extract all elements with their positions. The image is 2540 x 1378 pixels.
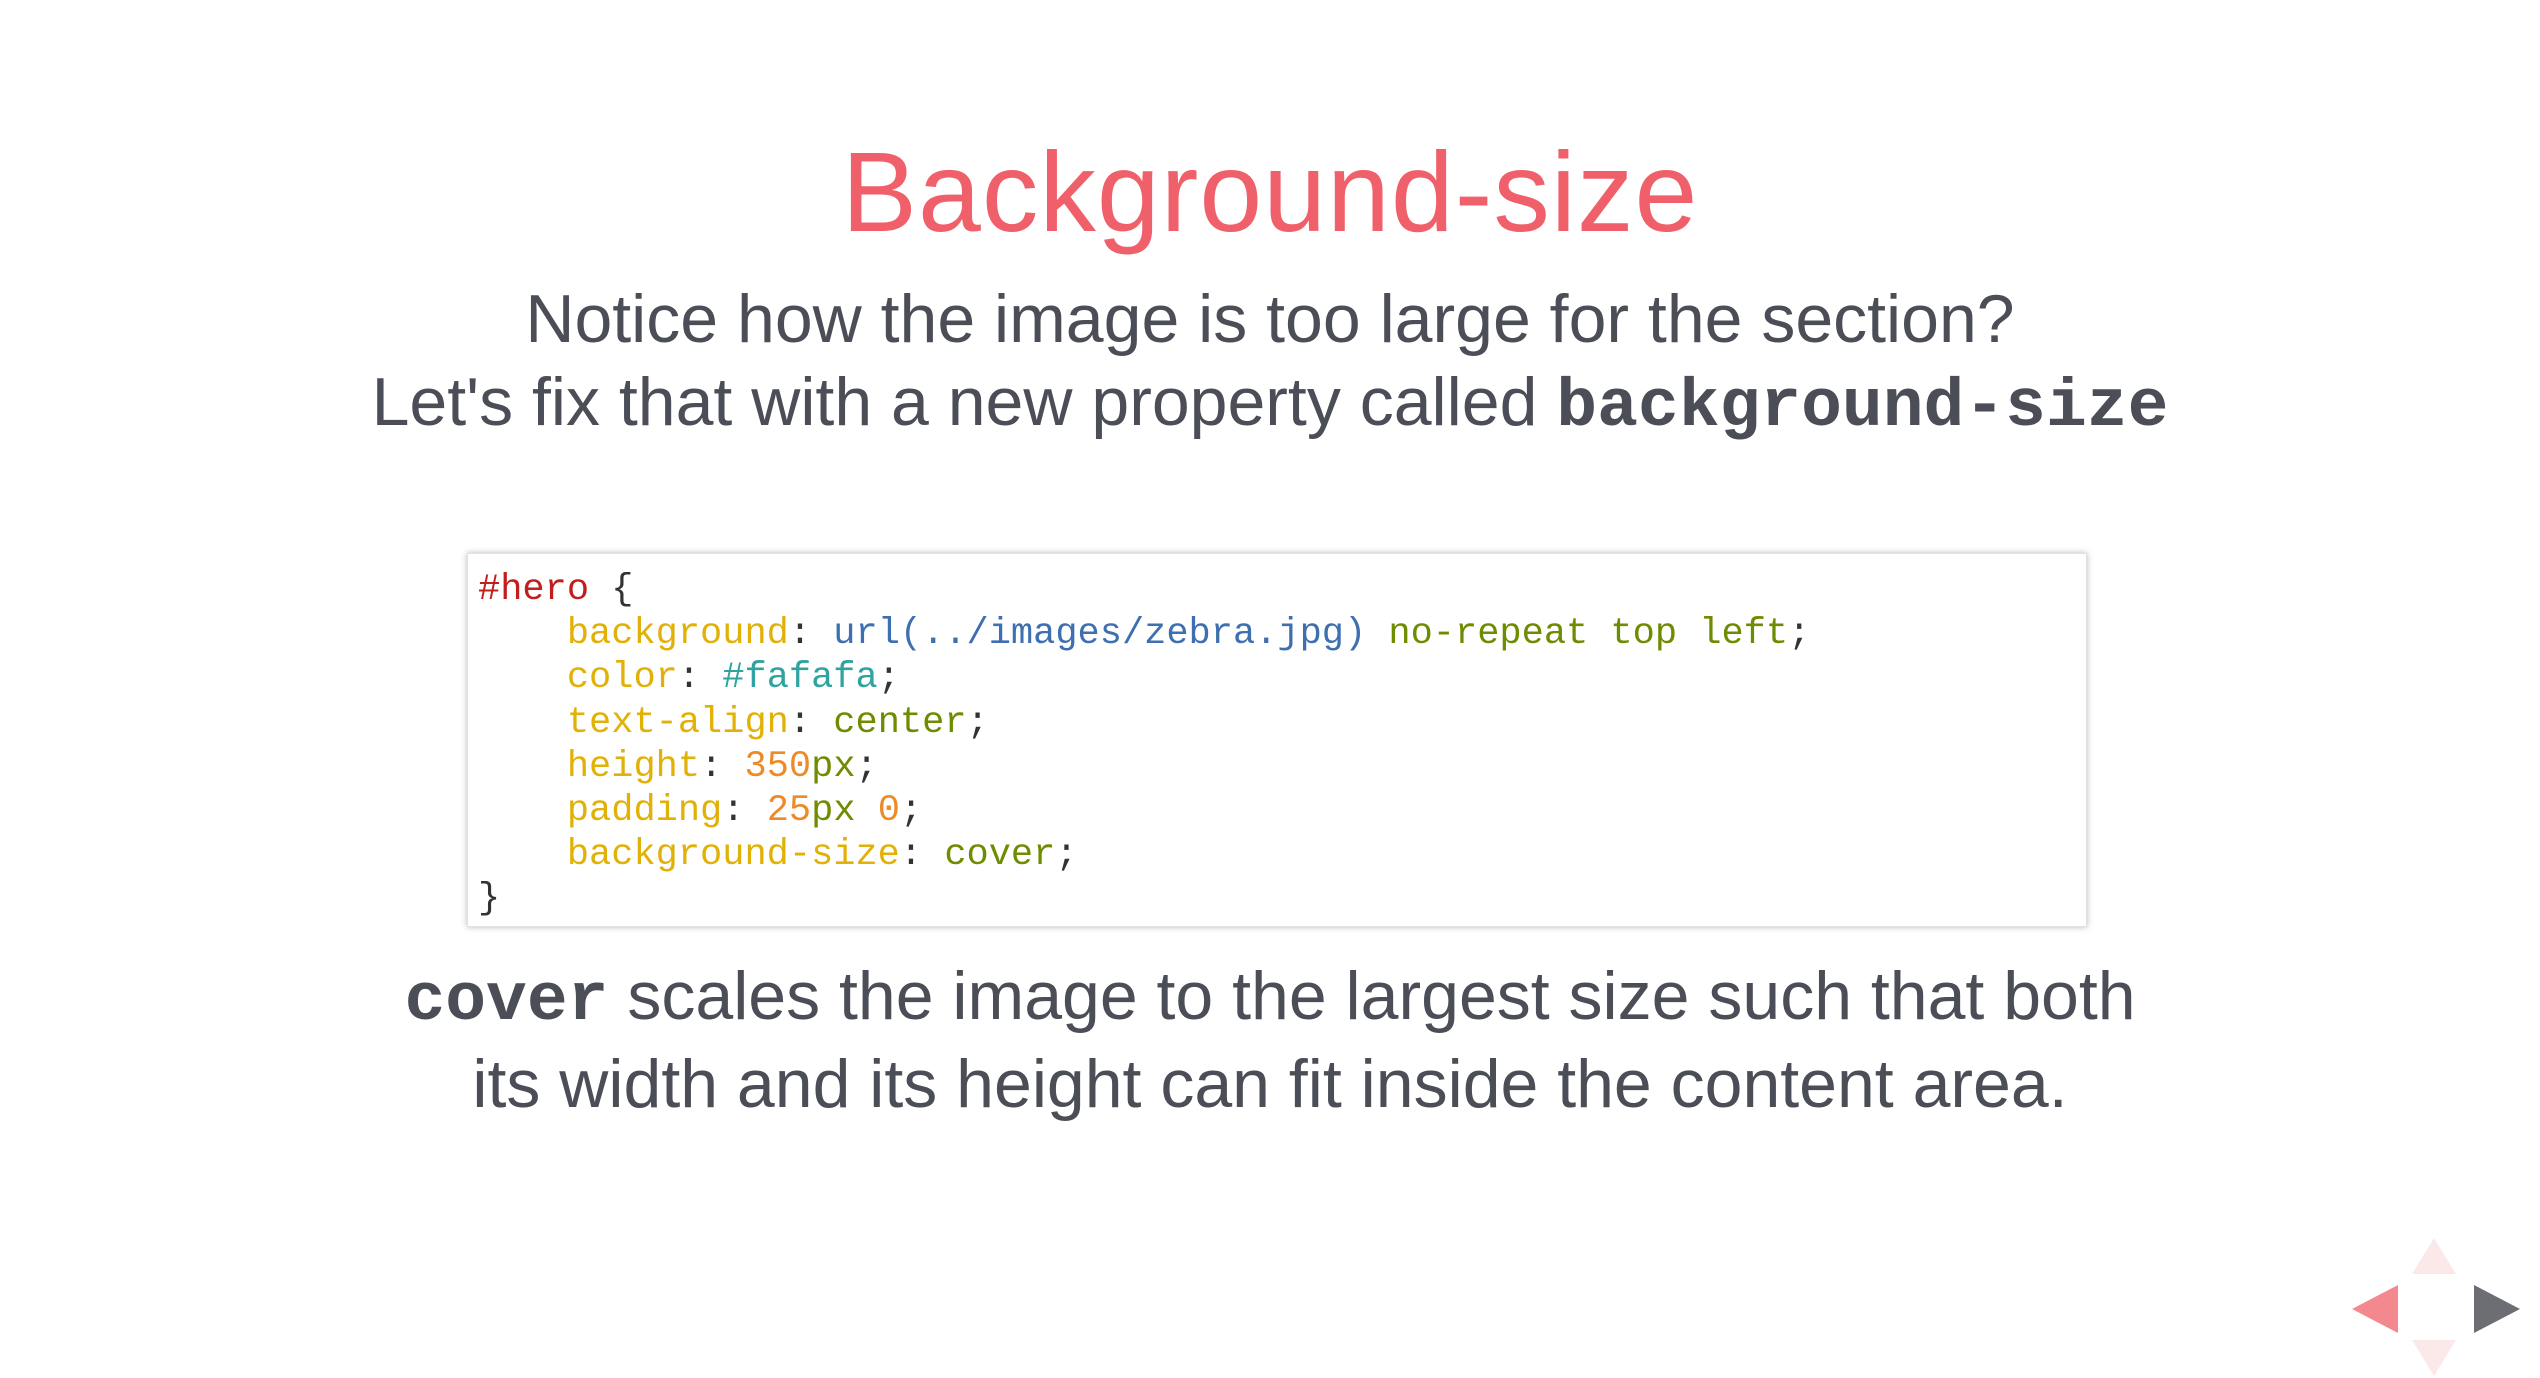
code-prop: background-size	[566, 834, 900, 877]
code-number: 350	[744, 745, 812, 788]
code-selector: #hero	[478, 569, 590, 611]
code-listing: #hero { background: url(../images/zebra.…	[478, 569, 1811, 921]
code-value: no-repeat top left	[1366, 613, 1789, 656]
code-value: center	[833, 701, 967, 744]
code-prop: height	[566, 745, 701, 788]
outro-text: scales the image to the largest size suc…	[472, 958, 2136, 1122]
outro-inline-code: cover	[404, 963, 609, 1040]
code-hex-value: #fafafa	[722, 657, 878, 700]
code-prop: padding	[566, 790, 723, 833]
code-number: 0	[877, 790, 900, 833]
code-unit: px	[811, 745, 856, 788]
slide: Background-size Notice how the image is …	[0, 0, 2540, 1378]
code-prop: background	[566, 613, 789, 656]
code-prop: color	[566, 657, 678, 700]
outro-paragraph: cover scales the image to the largest si…	[370, 955, 2170, 1126]
code-value: cover	[944, 834, 1056, 877]
slide-navigation	[2330, 1238, 2520, 1378]
code-prop: text-align	[566, 701, 789, 744]
arrow-left-icon[interactable]	[2352, 1285, 2398, 1333]
intro-paragraph: Notice how the image is too large for th…	[370, 278, 2170, 449]
intro-line-2-text: Let's fix that with a new property calle…	[371, 364, 1557, 440]
arrow-up-icon[interactable]	[2412, 1238, 2456, 1274]
code-open-brace: {	[589, 569, 634, 611]
intro-line-1: Notice how the image is too large for th…	[525, 281, 2015, 357]
intro-inline-code: background-size	[1556, 369, 2169, 446]
arrow-down-icon[interactable]	[2412, 1340, 2456, 1376]
arrow-right-icon[interactable]	[2474, 1285, 2520, 1333]
code-unit: px	[811, 790, 856, 833]
code-block: #hero { background: url(../images/zebra.…	[467, 553, 2087, 927]
code-number: 25	[766, 790, 812, 833]
code-url: url(../images/zebra.jpg)	[833, 613, 1367, 656]
slide-title: Background-size	[841, 129, 1699, 255]
code-close-brace: }	[478, 878, 501, 921]
